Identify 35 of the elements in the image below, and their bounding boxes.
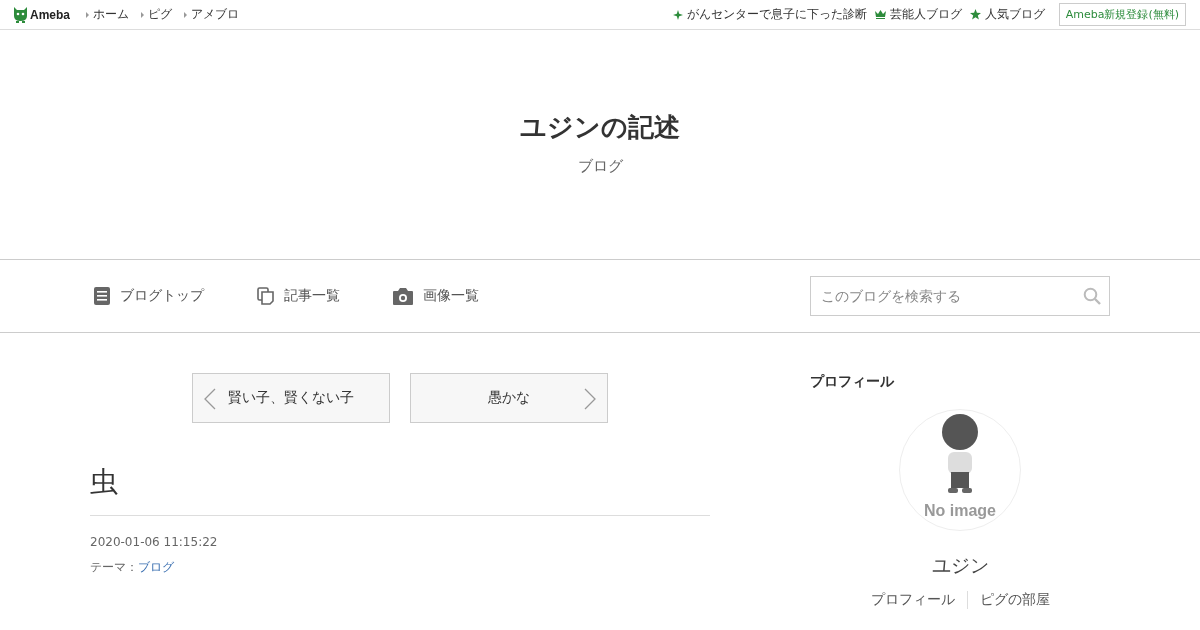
pages-icon (257, 287, 274, 305)
camera-icon (393, 287, 413, 305)
nav-link[interactable]: ピグ (141, 6, 172, 23)
blog-nav-link[interactable]: 画像一覧 (393, 287, 479, 305)
profile-link[interactable]: プロフィール (858, 591, 967, 609)
crown-icon (874, 10, 886, 19)
nav-link[interactable]: アメブロ (184, 6, 239, 23)
section-heading: プロフィール (810, 373, 894, 391)
logo-text[interactable]: Ameba (30, 7, 70, 22)
promo-link[interactable]: 芸能人ブログ (874, 6, 962, 23)
promo-link[interactable]: がんセンターで息子に下った診断 (672, 6, 867, 23)
profile-link[interactable]: ピグの部屋 (966, 591, 1062, 609)
chevron-left-icon (203, 388, 217, 410)
logo-icon (14, 6, 27, 23)
theme-link[interactable]: ブログ (138, 560, 174, 574)
chevron-right-icon (583, 388, 597, 410)
nav-link[interactable]: ホーム (86, 6, 129, 23)
star-icon (969, 9, 981, 20)
blog-nav-link[interactable]: ブログトップ (94, 287, 204, 305)
blog-subtitle: ブログ (577, 157, 623, 176)
document-icon (94, 287, 110, 305)
blog-nav-link[interactable]: 記事一覧 (257, 287, 340, 305)
profile-name[interactable]: ユジン (931, 553, 989, 579)
theme-label: テーマ： (90, 560, 138, 574)
search-field[interactable]: このブログを検索する (810, 276, 1110, 316)
previous-entry-button[interactable]: 賢い子、賢くない子 (192, 373, 390, 423)
entry-title: 虫 (90, 463, 710, 516)
promo-link[interactable]: 人気ブログ (969, 6, 1045, 23)
next-entry-button[interactable]: 愚かな (410, 373, 608, 423)
signup-button[interactable]: Ameba新規登録(無料) (1058, 3, 1186, 26)
avatar-caption: No image (923, 502, 997, 520)
blog-title[interactable]: ユジンの記述 (520, 110, 680, 145)
search-icon[interactable] (1083, 287, 1101, 305)
entry-date: 2020-01-06 11:15:22 (90, 535, 219, 549)
sparkle-icon (672, 9, 683, 20)
